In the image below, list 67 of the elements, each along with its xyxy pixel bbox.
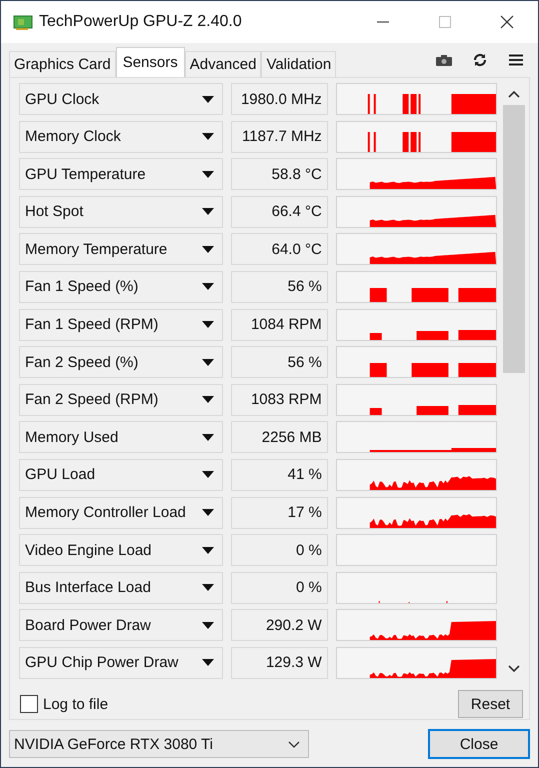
sensor-selector[interactable]: Video Engine Load [19, 534, 223, 566]
sensor-value: 41 % [230, 458, 328, 491]
sensor-value: 0 % [230, 572, 328, 604]
caret-icon [202, 546, 214, 554]
caret-icon [202, 358, 214, 366]
log-to-file-checkbox[interactable] [20, 695, 38, 713]
caret-icon [202, 396, 214, 404]
caret-icon [202, 246, 214, 253]
sensor-selector[interactable]: Fan 2 Speed (%) [19, 346, 223, 378]
caret-icon [202, 170, 214, 178]
sensor-value: 2256 MB [230, 421, 328, 454]
tab[interactable]: Advanced [184, 51, 262, 77]
caret-icon [202, 659, 214, 666]
sensor-value: 56 % [230, 270, 328, 303]
tab[interactable]: Validation [261, 51, 336, 77]
sensor-value: 66.4 °C [230, 196, 328, 228]
sensor-value: 58.8 °C [230, 158, 328, 190]
camera-icon[interactable] [436, 54, 452, 66]
sensor-value: 290.2 W [230, 609, 328, 642]
sensor-selector[interactable]: Bus Interface Load [19, 572, 223, 604]
scroll-up-icon[interactable] [508, 90, 520, 98]
caret-icon [202, 584, 214, 592]
sensor-value: 64.0 °C [230, 233, 328, 266]
menu-icon[interactable] [509, 54, 523, 66]
sensor-selector[interactable]: Fan 1 Speed (%) [19, 270, 223, 303]
sensor-selector[interactable]: Memory Temperature [19, 233, 223, 266]
refresh-icon[interactable] [473, 53, 487, 67]
checkbox-label: Log to file [43, 696, 108, 712]
sensor-selector[interactable]: Memory Controller Load [19, 496, 223, 529]
sensor-selector[interactable]: GPU Load [19, 458, 223, 491]
tab[interactable]: Graphics Card [9, 51, 116, 77]
sensor-selector[interactable]: Board Power Draw [19, 609, 223, 642]
caret-icon [202, 208, 214, 216]
sensor-selector[interactable]: GPU Clock [19, 83, 223, 115]
device-dropdown[interactable]: NVIDIA GeForce RTX 3080 Ti [9, 730, 309, 758]
scroll-down-icon[interactable] [508, 665, 520, 673]
sensor-selector[interactable]: Fan 2 Speed (RPM) [19, 384, 223, 416]
reset-button[interactable]: Reset [458, 690, 523, 718]
caret-icon [202, 133, 214, 140]
close-icon[interactable] [500, 15, 514, 29]
scrollbar-thumb[interactable] [503, 105, 525, 373]
sensor-value: 17 % [230, 496, 328, 529]
caret-icon [202, 96, 214, 102]
chevron-icon [288, 740, 300, 748]
sensor-value: 1980.0 MHz [230, 83, 328, 115]
sensor-selector[interactable]: Hot Spot [19, 196, 223, 228]
window-title: TechPowerUp GPU-Z 2.40.0 [39, 13, 242, 31]
graphics-card-icon [13, 14, 33, 30]
sensor-selector[interactable]: GPU Chip Power Draw [19, 646, 223, 679]
sensor-value: 1083 RPM [230, 384, 328, 416]
tab[interactable]: Sensors [116, 47, 185, 77]
caret-icon [202, 321, 214, 328]
sensor-value: 129.3 W [230, 646, 328, 679]
sensor-value: 0 % [230, 534, 328, 566]
sensor-selector[interactable]: Memory Clock [19, 120, 223, 153]
close-button[interactable]: Close [428, 729, 530, 759]
caret-icon [202, 283, 214, 290]
sensor-selector[interactable]: Fan 1 Speed (RPM) [19, 308, 223, 341]
sensor-value: 56 % [230, 346, 328, 378]
caret-icon [202, 622, 214, 629]
sensor-selector[interactable]: Memory Used [19, 421, 223, 454]
caret-icon [202, 471, 214, 478]
caret-icon [202, 434, 214, 441]
caret-icon [202, 509, 214, 516]
sensor-value: 1187.7 MHz [230, 120, 328, 153]
sensor-value: 1084 RPM [230, 308, 328, 341]
sensor-selector[interactable]: GPU Temperature [19, 158, 223, 190]
